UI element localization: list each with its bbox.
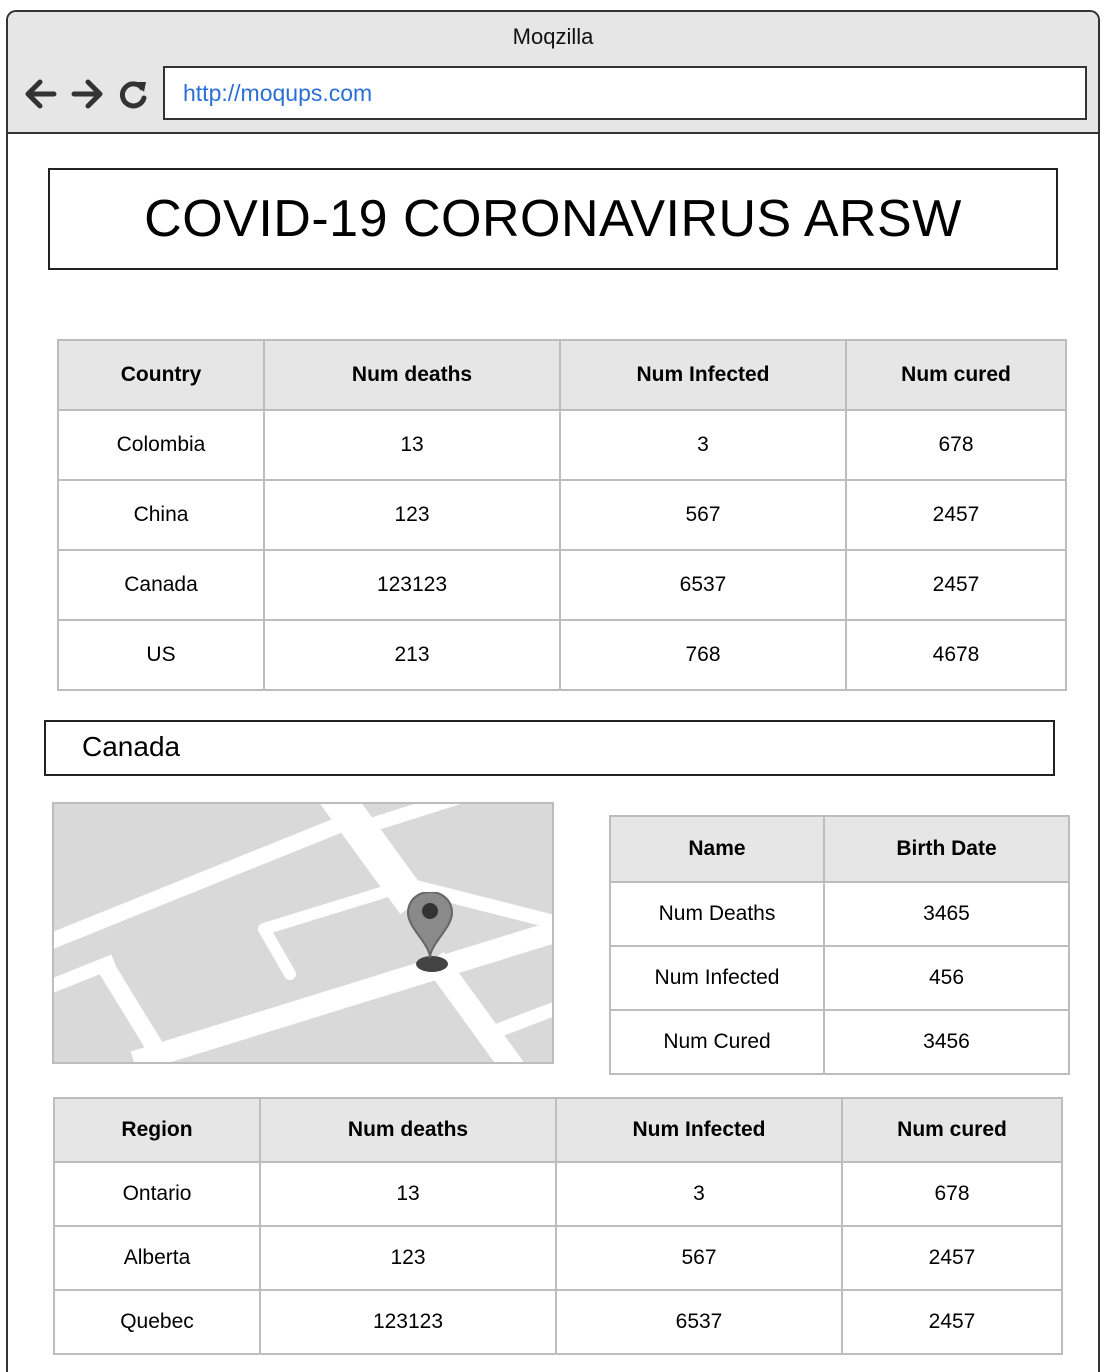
cell-num-cured: 678 bbox=[845, 409, 1067, 481]
cell-num-deaths: 123123 bbox=[263, 549, 561, 621]
column-header-name[interactable]: Name bbox=[609, 815, 825, 883]
cell-country: China bbox=[57, 479, 265, 551]
cell-value: 3465 bbox=[823, 881, 1070, 947]
table-row[interactable]: Ontario 13 3 678 bbox=[53, 1161, 1063, 1227]
column-header-num-infected[interactable]: Num Infected bbox=[559, 339, 847, 411]
countries-table: Country Num deaths Num Infected Num cure… bbox=[57, 339, 1067, 691]
cell-num-cured: 2457 bbox=[845, 549, 1067, 621]
cell-num-infected: 6537 bbox=[559, 549, 847, 621]
table-row[interactable]: China 123 567 2457 bbox=[57, 479, 1067, 551]
cell-region: Ontario bbox=[53, 1161, 261, 1227]
table-header-row: Name Birth Date bbox=[609, 815, 1070, 883]
cell-value: 456 bbox=[823, 945, 1070, 1011]
column-header-num-cured[interactable]: Num cured bbox=[841, 1097, 1063, 1163]
table-header-row: Country Num deaths Num Infected Num cure… bbox=[57, 339, 1067, 411]
url-bar[interactable]: http://moqups.com bbox=[163, 66, 1087, 120]
table-row[interactable]: Canada 123123 6537 2457 bbox=[57, 549, 1067, 621]
country-stats-table: Name Birth Date Num Deaths 3465 Num Infe… bbox=[609, 815, 1070, 1075]
cell-name: Num Infected bbox=[609, 945, 825, 1011]
column-header-num-cured[interactable]: Num cured bbox=[845, 339, 1067, 411]
cell-num-deaths: 213 bbox=[263, 619, 561, 691]
browser-chrome: Moqzilla http://moqups.com bbox=[8, 12, 1098, 134]
window-title: Moqzilla bbox=[512, 24, 594, 49]
cell-num-deaths: 123123 bbox=[259, 1289, 557, 1355]
column-header-num-deaths[interactable]: Num deaths bbox=[263, 339, 561, 411]
cell-num-deaths: 123 bbox=[259, 1225, 557, 1291]
page-title: COVID-19 CORONAVIRUS ARSW bbox=[48, 168, 1058, 270]
cell-num-infected: 6537 bbox=[555, 1289, 843, 1355]
cell-country: US bbox=[57, 619, 265, 691]
column-header-birth-date[interactable]: Birth Date bbox=[823, 815, 1070, 883]
cell-country: Colombia bbox=[57, 409, 265, 481]
column-header-num-infected[interactable]: Num Infected bbox=[555, 1097, 843, 1163]
cell-region: Quebec bbox=[53, 1289, 261, 1355]
cell-num-cured: 2457 bbox=[841, 1289, 1063, 1355]
cell-name: Num Cured bbox=[609, 1009, 825, 1075]
reload-icon[interactable] bbox=[114, 76, 152, 112]
table-row[interactable]: Quebec 123123 6537 2457 bbox=[53, 1289, 1063, 1355]
table-row[interactable]: US 213 768 4678 bbox=[57, 619, 1067, 691]
cell-name: Num Deaths bbox=[609, 881, 825, 947]
cell-num-infected: 768 bbox=[559, 619, 847, 691]
cell-num-cured: 4678 bbox=[845, 619, 1067, 691]
cell-num-cured: 2457 bbox=[845, 479, 1067, 551]
forward-arrow-icon[interactable] bbox=[68, 76, 106, 112]
cell-value: 3456 bbox=[823, 1009, 1070, 1075]
selected-country-field[interactable]: Canada bbox=[44, 720, 1055, 776]
column-header-country[interactable]: Country bbox=[57, 339, 265, 411]
column-header-region[interactable]: Region bbox=[53, 1097, 261, 1163]
table-row[interactable]: Alberta 123 567 2457 bbox=[53, 1225, 1063, 1291]
table-row[interactable]: Colombia 13 3 678 bbox=[57, 409, 1067, 481]
cell-country: Canada bbox=[57, 549, 265, 621]
cell-num-infected: 567 bbox=[559, 479, 847, 551]
cell-num-infected: 3 bbox=[555, 1161, 843, 1227]
cell-num-cured: 2457 bbox=[841, 1225, 1063, 1291]
map-pin-icon[interactable] bbox=[406, 892, 454, 974]
table-row[interactable]: Num Infected 456 bbox=[609, 945, 1070, 1011]
cell-num-deaths: 13 bbox=[259, 1161, 557, 1227]
cell-num-infected: 567 bbox=[555, 1225, 843, 1291]
cell-num-deaths: 13 bbox=[263, 409, 561, 481]
table-header-row: Region Num deaths Num Infected Num cured bbox=[53, 1097, 1063, 1163]
cell-region: Alberta bbox=[53, 1225, 261, 1291]
table-row[interactable]: Num Deaths 3465 bbox=[609, 881, 1070, 947]
cell-num-cured: 678 bbox=[841, 1161, 1063, 1227]
back-arrow-icon[interactable] bbox=[22, 76, 60, 112]
cell-num-infected: 3 bbox=[559, 409, 847, 481]
column-header-num-deaths[interactable]: Num deaths bbox=[259, 1097, 557, 1163]
regions-table: Region Num deaths Num Infected Num cured… bbox=[53, 1097, 1063, 1355]
cell-num-deaths: 123 bbox=[263, 479, 561, 551]
table-row[interactable]: Num Cured 3456 bbox=[609, 1009, 1070, 1075]
map-view[interactable] bbox=[52, 802, 554, 1064]
